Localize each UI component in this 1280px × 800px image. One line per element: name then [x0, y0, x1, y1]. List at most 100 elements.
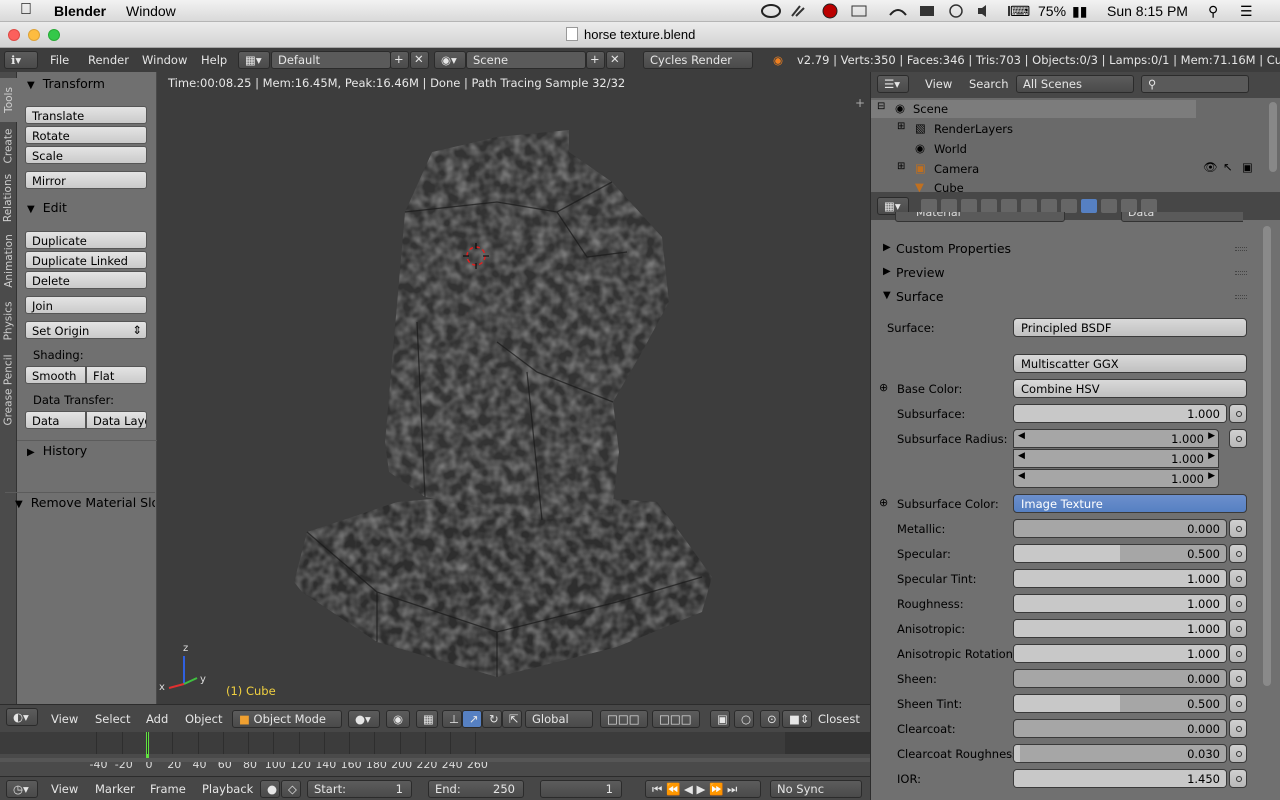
surface-shader-select[interactable]: Principled BSDF	[1013, 318, 1247, 337]
add-layout-button[interactable]: +	[390, 51, 409, 69]
duplicate-button[interactable]: Duplicate	[25, 231, 147, 249]
menu-view[interactable]: View	[925, 77, 952, 91]
socket-link-button[interactable]	[1229, 619, 1247, 638]
set-origin-select[interactable]: Set Origin ⇕	[25, 321, 147, 339]
menu-object[interactable]: Object	[185, 712, 222, 726]
viewport-shading-select[interactable]: ●▾	[348, 710, 380, 728]
overlay-icon[interactable]: ▦	[416, 710, 438, 728]
keying-lock-icon[interactable]: ◇	[281, 780, 301, 798]
current-frame-field[interactable]: 1	[540, 780, 622, 798]
delete-button[interactable]: Delete	[25, 271, 147, 289]
rotate-manipulator-icon[interactable]: ↻	[482, 710, 502, 728]
outliner-search-input[interactable]: ⚲	[1141, 75, 1249, 93]
param-slider[interactable]: 0.500	[1013, 694, 1227, 713]
socket-link-button[interactable]	[1229, 519, 1247, 538]
duplicate-linked-button[interactable]: Duplicate Linked	[25, 251, 147, 269]
layer-buttons-left[interactable]: □□□	[600, 710, 648, 728]
minimize-window-button[interactable]	[28, 29, 40, 41]
snap-target-select[interactable]: Closest	[818, 712, 860, 726]
editor-type-outliner-icon[interactable]: ☰▾	[877, 75, 909, 93]
socket-expand-icon[interactable]: ⊕	[879, 496, 888, 509]
add-scene-button[interactable]: +	[586, 51, 605, 69]
socket-link-button[interactable]	[1229, 594, 1247, 613]
param-slider[interactable]: 1.000	[1013, 594, 1227, 613]
data-transfer-layout-button[interactable]: Data Layo	[86, 411, 147, 429]
socket-link-button[interactable]	[1229, 644, 1247, 663]
drag-grip[interactable]	[1235, 271, 1247, 275]
render-engine-select[interactable]: Cycles Render	[643, 51, 753, 69]
socket-link-button[interactable]	[1229, 544, 1247, 563]
data-transfer-button[interactable]: Data	[25, 411, 86, 429]
history-panel-header[interactable]: ▶ History	[17, 440, 157, 460]
edit-panel-header[interactable]: ▼ Edit	[17, 200, 157, 220]
socket-link-button[interactable]	[1229, 429, 1247, 448]
start-frame-field[interactable]: Start: 1	[307, 780, 412, 798]
battery-icon[interactable]: ▮▮	[1072, 3, 1087, 20]
region-expand-plus-icon[interactable]: +	[855, 96, 865, 110]
param-slider[interactable]: 0.000	[1013, 519, 1227, 538]
param-slider[interactable]: 1.000	[1013, 644, 1227, 663]
remove-layout-button[interactable]: ✕	[410, 51, 429, 69]
outliner-row-cube[interactable]: ▼ Cube	[871, 180, 1196, 192]
socket-link-button[interactable]	[1229, 694, 1247, 713]
param-slider[interactable]: 1.450	[1013, 769, 1227, 788]
screen-layout-field[interactable]: Default	[271, 51, 391, 69]
param-slider[interactable]: 1.000	[1013, 569, 1227, 588]
spotlight-search-icon[interactable]: ⚲	[1208, 3, 1218, 20]
socket-link-button[interactable]	[1229, 669, 1247, 688]
scene-icon[interactable]: ◉▾	[434, 51, 466, 69]
layer-buttons-right[interactable]: □□□	[652, 710, 700, 728]
socket-link-button[interactable]	[1229, 404, 1247, 423]
subsurface-color-input[interactable]: Image Texture	[1013, 494, 1247, 513]
tab-animation[interactable]: Animation	[0, 228, 17, 294]
screen-layout-icon[interactable]: ▦▾	[238, 51, 270, 69]
tab-tools[interactable]: Tools	[0, 78, 17, 122]
app-menu[interactable]: Blender	[54, 3, 106, 19]
outliner-row-scene[interactable]: ⊟ ◉ Scene	[871, 100, 1196, 118]
mirror-button[interactable]: Mirror	[25, 171, 147, 189]
base-color-input[interactable]: Combine HSV	[1013, 379, 1247, 398]
keyboard-icon[interactable]: ⌨	[1010, 3, 1030, 20]
radius-y-field[interactable]: ◀ 1.000 ▶	[1013, 449, 1219, 468]
close-window-button[interactable]	[8, 29, 20, 41]
menu-view[interactable]: View	[51, 712, 78, 726]
join-button[interactable]: Join	[25, 296, 147, 314]
pivot-point-select[interactable]: ◉	[386, 710, 410, 728]
notification-center-icon[interactable]: ☰	[1240, 3, 1253, 20]
tab-grease-pencil[interactable]: Grease Pencil	[0, 348, 17, 432]
end-frame-field[interactable]: End: 250	[428, 780, 524, 798]
visibility-eye-icon[interactable]: 👁	[1203, 160, 1218, 174]
menu-add[interactable]: Add	[146, 712, 168, 726]
timeline-strip[interactable]	[0, 732, 870, 754]
param-slider[interactable]: 0.000	[1013, 669, 1227, 688]
transform-panel-header[interactable]: ▼ Transform	[17, 76, 157, 96]
radius-z-field[interactable]: ◀ 1.000 ▶	[1013, 469, 1219, 488]
socket-expand-icon[interactable]: ⊕	[879, 381, 888, 394]
scale-manipulator-icon[interactable]: ⇱	[502, 710, 522, 728]
socket-link-button[interactable]	[1229, 769, 1247, 788]
outliner-row-camera[interactable]: ⊞ ▣ Camera	[871, 160, 1196, 178]
menu-search[interactable]: Search	[969, 77, 1009, 91]
tab-physics[interactable]: Physics	[0, 296, 17, 346]
shade-flat-button[interactable]: Flat	[86, 366, 147, 384]
selectable-cursor-icon[interactable]: ↖	[1223, 160, 1233, 174]
menu-view[interactable]: View	[51, 782, 78, 796]
outliner-scrollbar[interactable]	[1269, 102, 1277, 172]
menu-render[interactable]: Render	[88, 53, 129, 67]
surface-section[interactable]: ▼ Surface	[871, 286, 1251, 308]
playback-controls[interactable]: ⏮ ⏪ ◀ ▶ ⏩ ⏭	[645, 780, 761, 798]
param-slider[interactable]: 0.500	[1013, 544, 1227, 563]
drag-grip[interactable]	[1235, 295, 1247, 299]
proportional-edit-icon[interactable]: ○	[734, 710, 754, 728]
menu-marker[interactable]: Marker	[95, 782, 135, 796]
editor-type-button[interactable]: ℹ▾	[4, 51, 38, 69]
material-slot-row[interactable]: Material Data	[883, 212, 1243, 224]
menu-frame[interactable]: Frame	[150, 782, 186, 796]
timeline-scrollbar[interactable]	[0, 758, 870, 762]
socket-link-button[interactable]	[1229, 744, 1247, 763]
menu-help[interactable]: Help	[201, 53, 227, 67]
snap-toggle-icon[interactable]: ⊙	[760, 710, 780, 728]
scale-button[interactable]: Scale	[25, 146, 147, 164]
3d-viewport[interactable]: Time:00:08.25 | Mem:16.45M, Peak:16.46M …	[157, 72, 870, 704]
preview-section[interactable]: ▶ Preview	[871, 262, 1251, 284]
